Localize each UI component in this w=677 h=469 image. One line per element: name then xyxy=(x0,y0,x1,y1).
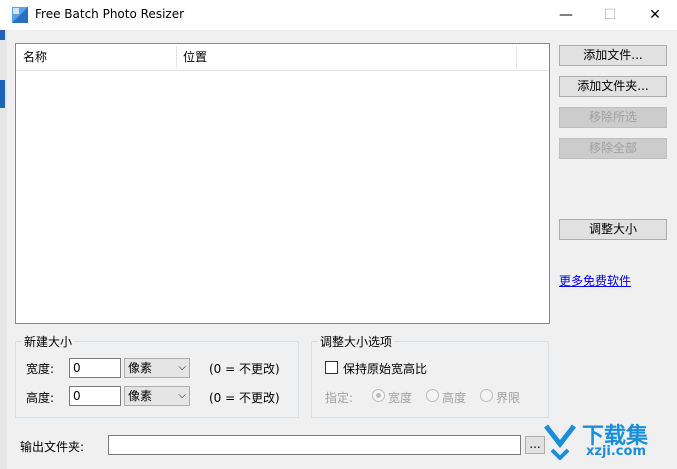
new-size-group: 新建大小 宽度: 0 像素 ⌵ (0 = 不更改) 高度: 0 像素 ⌵ (0 … xyxy=(15,333,299,418)
bounds-radio[interactable] xyxy=(480,389,493,402)
resize-options-group: 调整大小选项 保持原始宽高比 指定: 宽度 高度 界限 xyxy=(311,333,549,418)
height-hint: (0 = 不更改) xyxy=(209,391,280,405)
minimize-button[interactable]: — xyxy=(543,0,589,30)
column-header-name[interactable]: 名称 xyxy=(16,44,176,70)
resize-button[interactable]: 调整大小 xyxy=(559,219,667,240)
file-list-header: 名称 位置 xyxy=(16,44,549,71)
maximize-button[interactable]: ☐ xyxy=(587,0,633,30)
remove-all-button[interactable]: 移除全部 xyxy=(559,138,667,159)
width-radio-label[interactable]: 宽度 xyxy=(388,389,412,406)
app-window: Free Batch Photo Resizer — ☐ ✕ 名称 位置 添加文… xyxy=(0,0,677,469)
download-arrow-icon xyxy=(544,424,576,460)
width-hint: (0 = 不更改) xyxy=(209,362,280,376)
file-list[interactable]: 名称 位置 xyxy=(15,43,550,324)
close-button[interactable]: ✕ xyxy=(632,0,677,30)
app-photo-icon xyxy=(12,7,28,23)
width-unit-value: 像素 xyxy=(128,361,153,375)
remove-selected-button[interactable]: 移除所选 xyxy=(559,107,667,128)
add-folder-button[interactable]: 添加文件夹... xyxy=(559,76,667,97)
width-label: 宽度: xyxy=(26,362,55,376)
chevron-down-icon: ⌵ xyxy=(178,362,186,373)
keep-aspect-checkbox[interactable] xyxy=(325,361,338,374)
height-radio[interactable] xyxy=(426,389,439,402)
height-unit-value: 像素 xyxy=(128,389,153,403)
background-window-strip xyxy=(0,0,7,469)
height-radio-label[interactable]: 高度 xyxy=(442,389,466,406)
watermark-url: xzji.com xyxy=(586,444,646,459)
title-bar: Free Batch Photo Resizer — ☐ ✕ xyxy=(0,0,677,30)
height-unit-select[interactable]: 像素 ⌵ xyxy=(124,386,190,406)
background-window-accent xyxy=(0,80,5,108)
column-header-location[interactable]: 位置 xyxy=(176,44,516,70)
width-unit-select[interactable]: 像素 ⌵ xyxy=(124,358,190,378)
height-label: 高度: xyxy=(26,391,55,405)
column-divider[interactable] xyxy=(516,46,517,68)
keep-aspect-label[interactable]: 保持原始宽高比 xyxy=(343,360,427,377)
bounds-radio-label[interactable]: 界限 xyxy=(496,389,520,406)
output-folder-input[interactable] xyxy=(108,435,521,455)
height-input[interactable]: 0 xyxy=(69,386,121,406)
add-file-button[interactable]: 添加文件... xyxy=(559,45,667,66)
width-input[interactable]: 0 xyxy=(69,358,121,378)
window-title: Free Batch Photo Resizer xyxy=(35,7,185,21)
resize-options-title: 调整大小选项 xyxy=(318,333,395,350)
new-size-title: 新建大小 xyxy=(22,333,75,350)
watermark: 下载集 xzji.com xyxy=(542,418,672,464)
chevron-down-icon: ⌵ xyxy=(178,390,186,401)
specify-label: 指定: xyxy=(325,391,354,405)
width-radio[interactable] xyxy=(372,389,385,402)
radio-selected-dot xyxy=(376,393,381,398)
output-folder-label: 输出文件夹: xyxy=(20,440,85,454)
more-free-software-link[interactable]: 更多免费软件 xyxy=(559,272,631,289)
